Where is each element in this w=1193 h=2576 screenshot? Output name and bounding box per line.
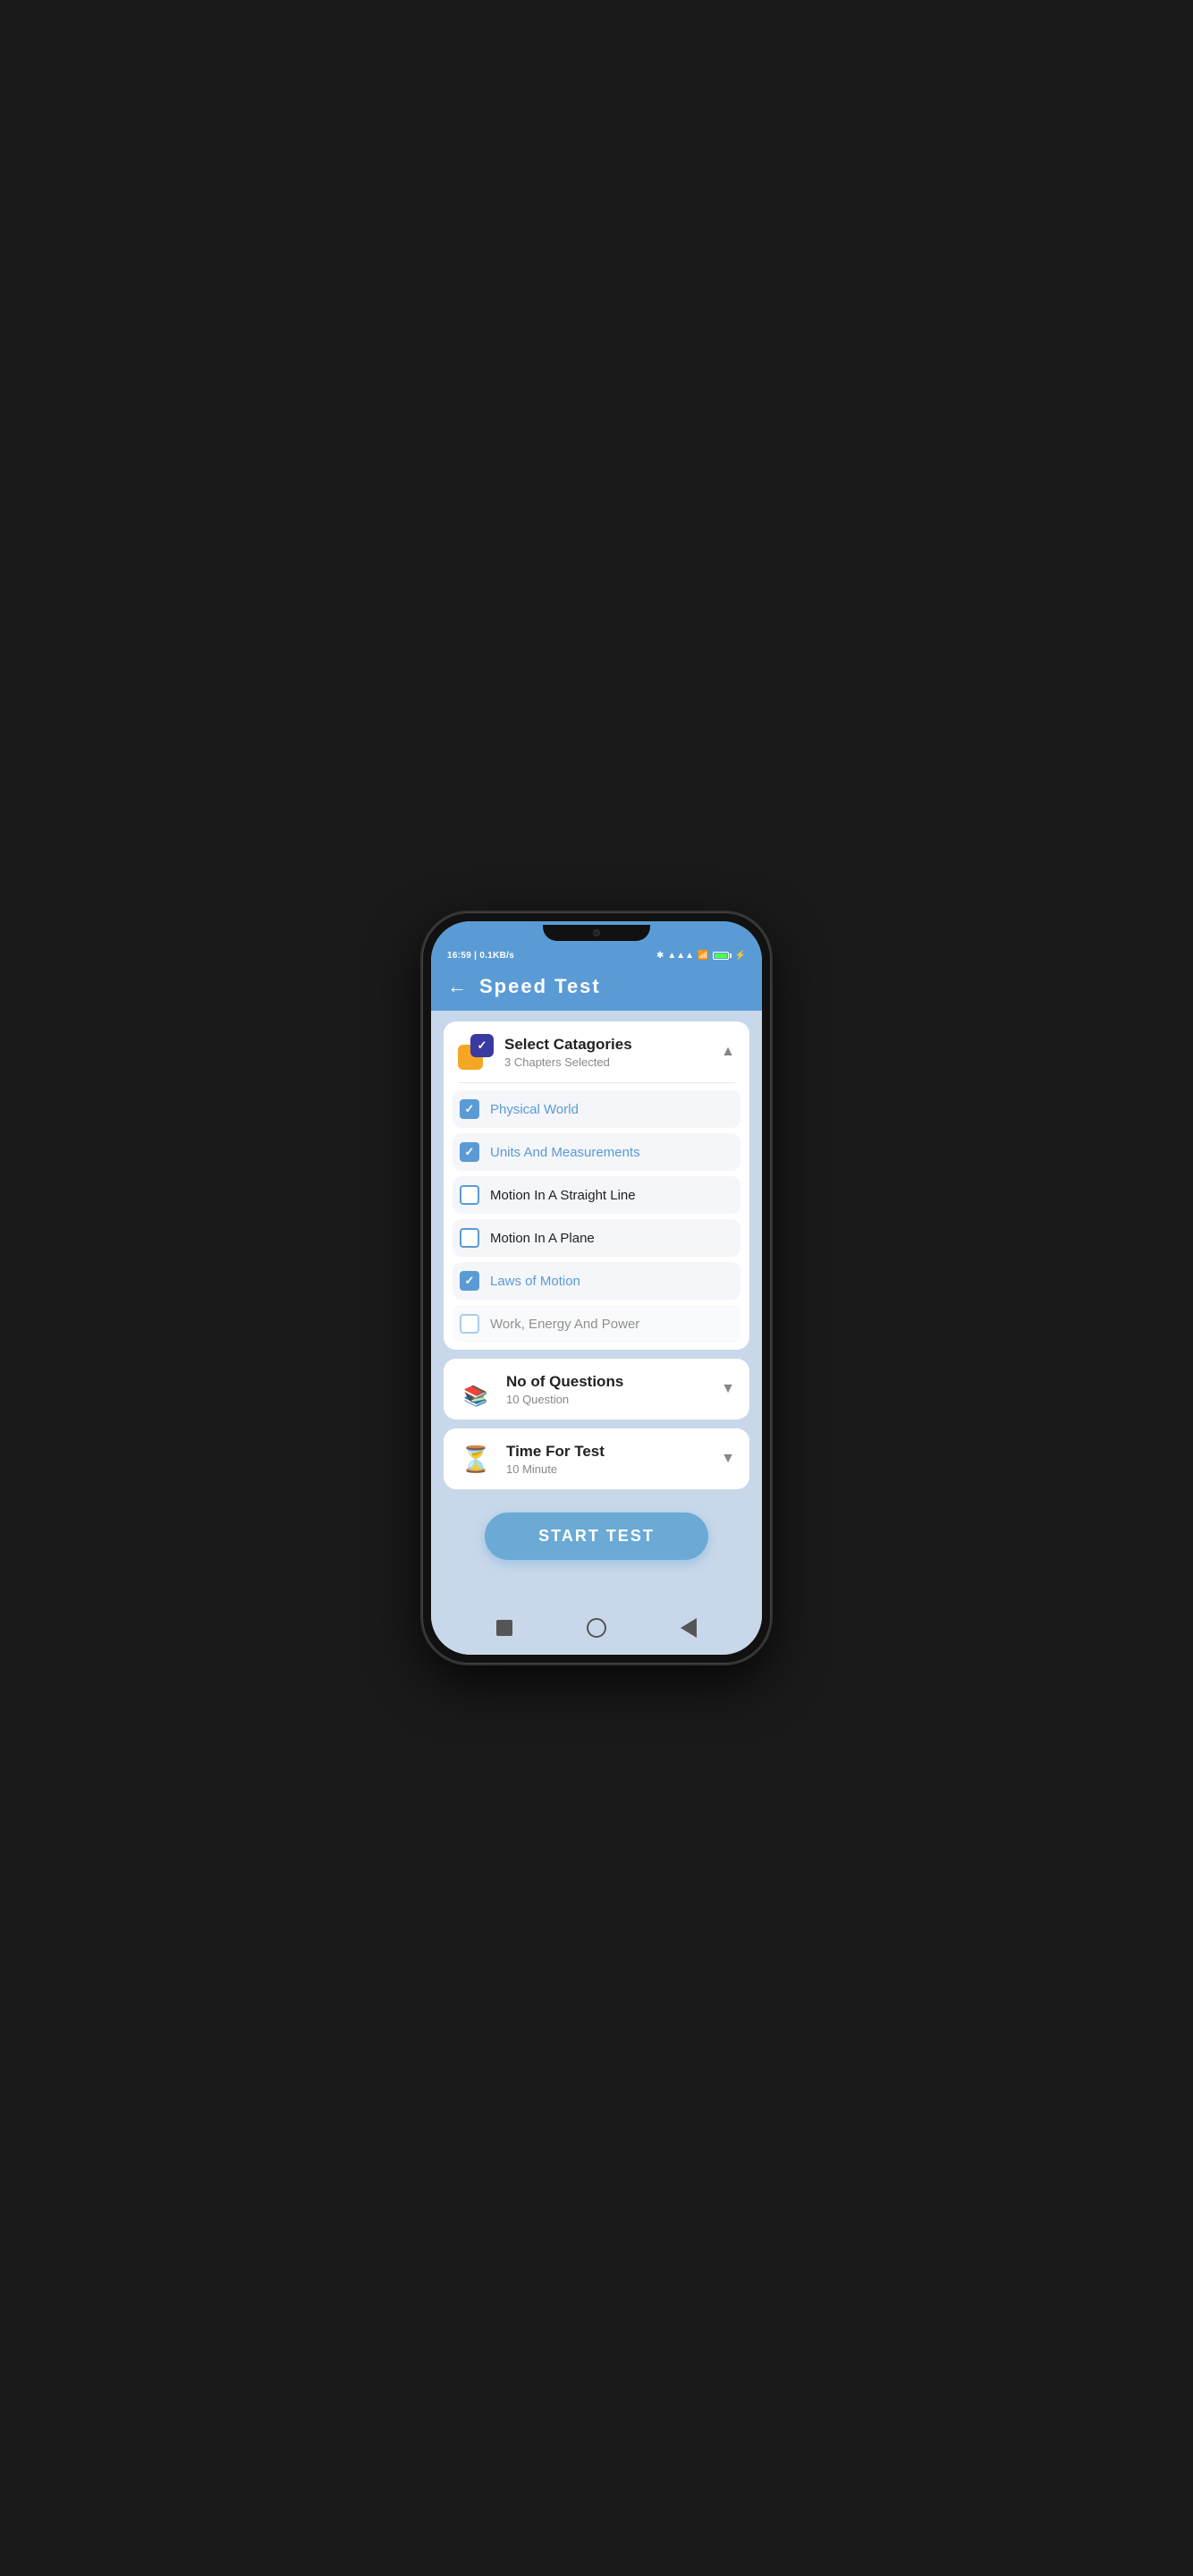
chapter-name-physical-world: Physical World <box>490 1102 579 1117</box>
chapter-list: Physical World Units And Measurements Mo… <box>444 1083 749 1350</box>
notch <box>543 925 650 941</box>
chapter-name-units: Units And Measurements <box>490 1145 640 1160</box>
categories-subtitle: 3 Chapters Selected <box>504 1055 721 1069</box>
nav-home-button[interactable] <box>584 1615 609 1640</box>
signal-icon: ▲▲▲ <box>667 951 694 961</box>
chapter-item-work-energy[interactable]: Work, Energy And Power <box>453 1305 740 1343</box>
scroll-content: Select Catagories 3 Chapters Selected ▲ … <box>431 1011 762 1605</box>
page-title: Speed Test <box>479 975 601 998</box>
wifi-icon: 📶 <box>698 951 708 961</box>
time-header[interactable]: ⏳ Time For Test 10 Minute ▼ <box>444 1428 749 1489</box>
chapter-item-motion-straight[interactable]: Motion In A Straight Line <box>453 1176 740 1214</box>
chapter-item-physical-world[interactable]: Physical World <box>453 1090 740 1128</box>
chapter-name-motion-plane: Motion In A Plane <box>490 1231 595 1246</box>
chapter-name-motion-straight: Motion In A Straight Line <box>490 1188 636 1203</box>
top-bar: ← Speed Test <box>431 966 762 1011</box>
nav-back-button[interactable] <box>676 1615 701 1640</box>
status-bar: 16:59 | 0.1KB/s ✱ ▲▲▲ 📶 ⚡ <box>431 941 762 966</box>
questions-title: No of Questions <box>506 1373 721 1391</box>
chapter-item-motion-plane[interactable]: Motion In A Plane <box>453 1219 740 1257</box>
questions-card: 📚 No of Questions 10 Question ▼ <box>444 1359 749 1419</box>
time-title: Time For Test <box>506 1443 721 1461</box>
start-test-button[interactable]: START TEST <box>485 1513 708 1560</box>
back-button[interactable]: ← <box>447 975 467 998</box>
checkbox-motion-plane[interactable] <box>460 1228 479 1248</box>
chapter-item-laws-motion[interactable]: Laws of Motion <box>453 1262 740 1300</box>
chapter-name-laws-motion: Laws of Motion <box>490 1274 580 1289</box>
categories-icon <box>458 1034 494 1070</box>
chevron-down-icon-time: ▼ <box>721 1451 735 1467</box>
time-card: ⏳ Time For Test 10 Minute ▼ <box>444 1428 749 1489</box>
circle-icon <box>587 1618 606 1638</box>
checkbox-work-energy[interactable] <box>460 1314 479 1334</box>
battery-level: ⚡ <box>735 951 746 961</box>
questions-subtitle: 10 Question <box>506 1393 721 1406</box>
questions-header[interactable]: 📚 No of Questions 10 Question ▼ <box>444 1359 749 1419</box>
categories-header[interactable]: Select Catagories 3 Chapters Selected ▲ <box>444 1021 749 1082</box>
checkbox-laws-motion[interactable] <box>460 1271 479 1291</box>
camera <box>593 929 600 936</box>
status-time: 16:59 | 0.1KB/s <box>447 951 514 961</box>
categories-title: Select Catagories <box>504 1036 721 1054</box>
hourglass-icon: ⏳ <box>461 1445 492 1474</box>
bottom-nav <box>431 1605 762 1655</box>
nav-square-button[interactable] <box>492 1615 517 1640</box>
time-subtitle: 10 Minute <box>506 1462 721 1476</box>
chevron-up-icon: ▲ <box>721 1044 735 1060</box>
checkbox-motion-straight[interactable] <box>460 1185 479 1205</box>
bluetooth-icon: ✱ <box>656 951 664 961</box>
icon-fg <box>470 1034 494 1057</box>
questions-icon: 📚 <box>458 1371 494 1407</box>
time-text: Time For Test 10 Minute <box>506 1443 721 1476</box>
chapter-name-work-energy: Work, Energy And Power <box>490 1317 639 1332</box>
notch-area <box>431 921 762 941</box>
battery-icon <box>713 952 732 960</box>
checkbox-units[interactable] <box>460 1142 479 1162</box>
start-button-wrap: START TEST <box>444 1498 749 1567</box>
chevron-down-icon-questions: ▼ <box>721 1381 735 1397</box>
triangle-icon <box>681 1618 697 1638</box>
categories-card: Select Catagories 3 Chapters Selected ▲ … <box>444 1021 749 1350</box>
square-icon <box>496 1620 512 1636</box>
books-icon: 📚 <box>463 1386 487 1392</box>
time-icon: ⏳ <box>458 1441 494 1477</box>
categories-title-block: Select Catagories 3 Chapters Selected <box>504 1036 721 1069</box>
checkbox-physical-world[interactable] <box>460 1099 479 1119</box>
status-icons: ✱ ▲▲▲ 📶 ⚡ <box>656 951 746 961</box>
questions-text: No of Questions 10 Question <box>506 1373 721 1406</box>
chapter-item-units[interactable]: Units And Measurements <box>453 1133 740 1171</box>
